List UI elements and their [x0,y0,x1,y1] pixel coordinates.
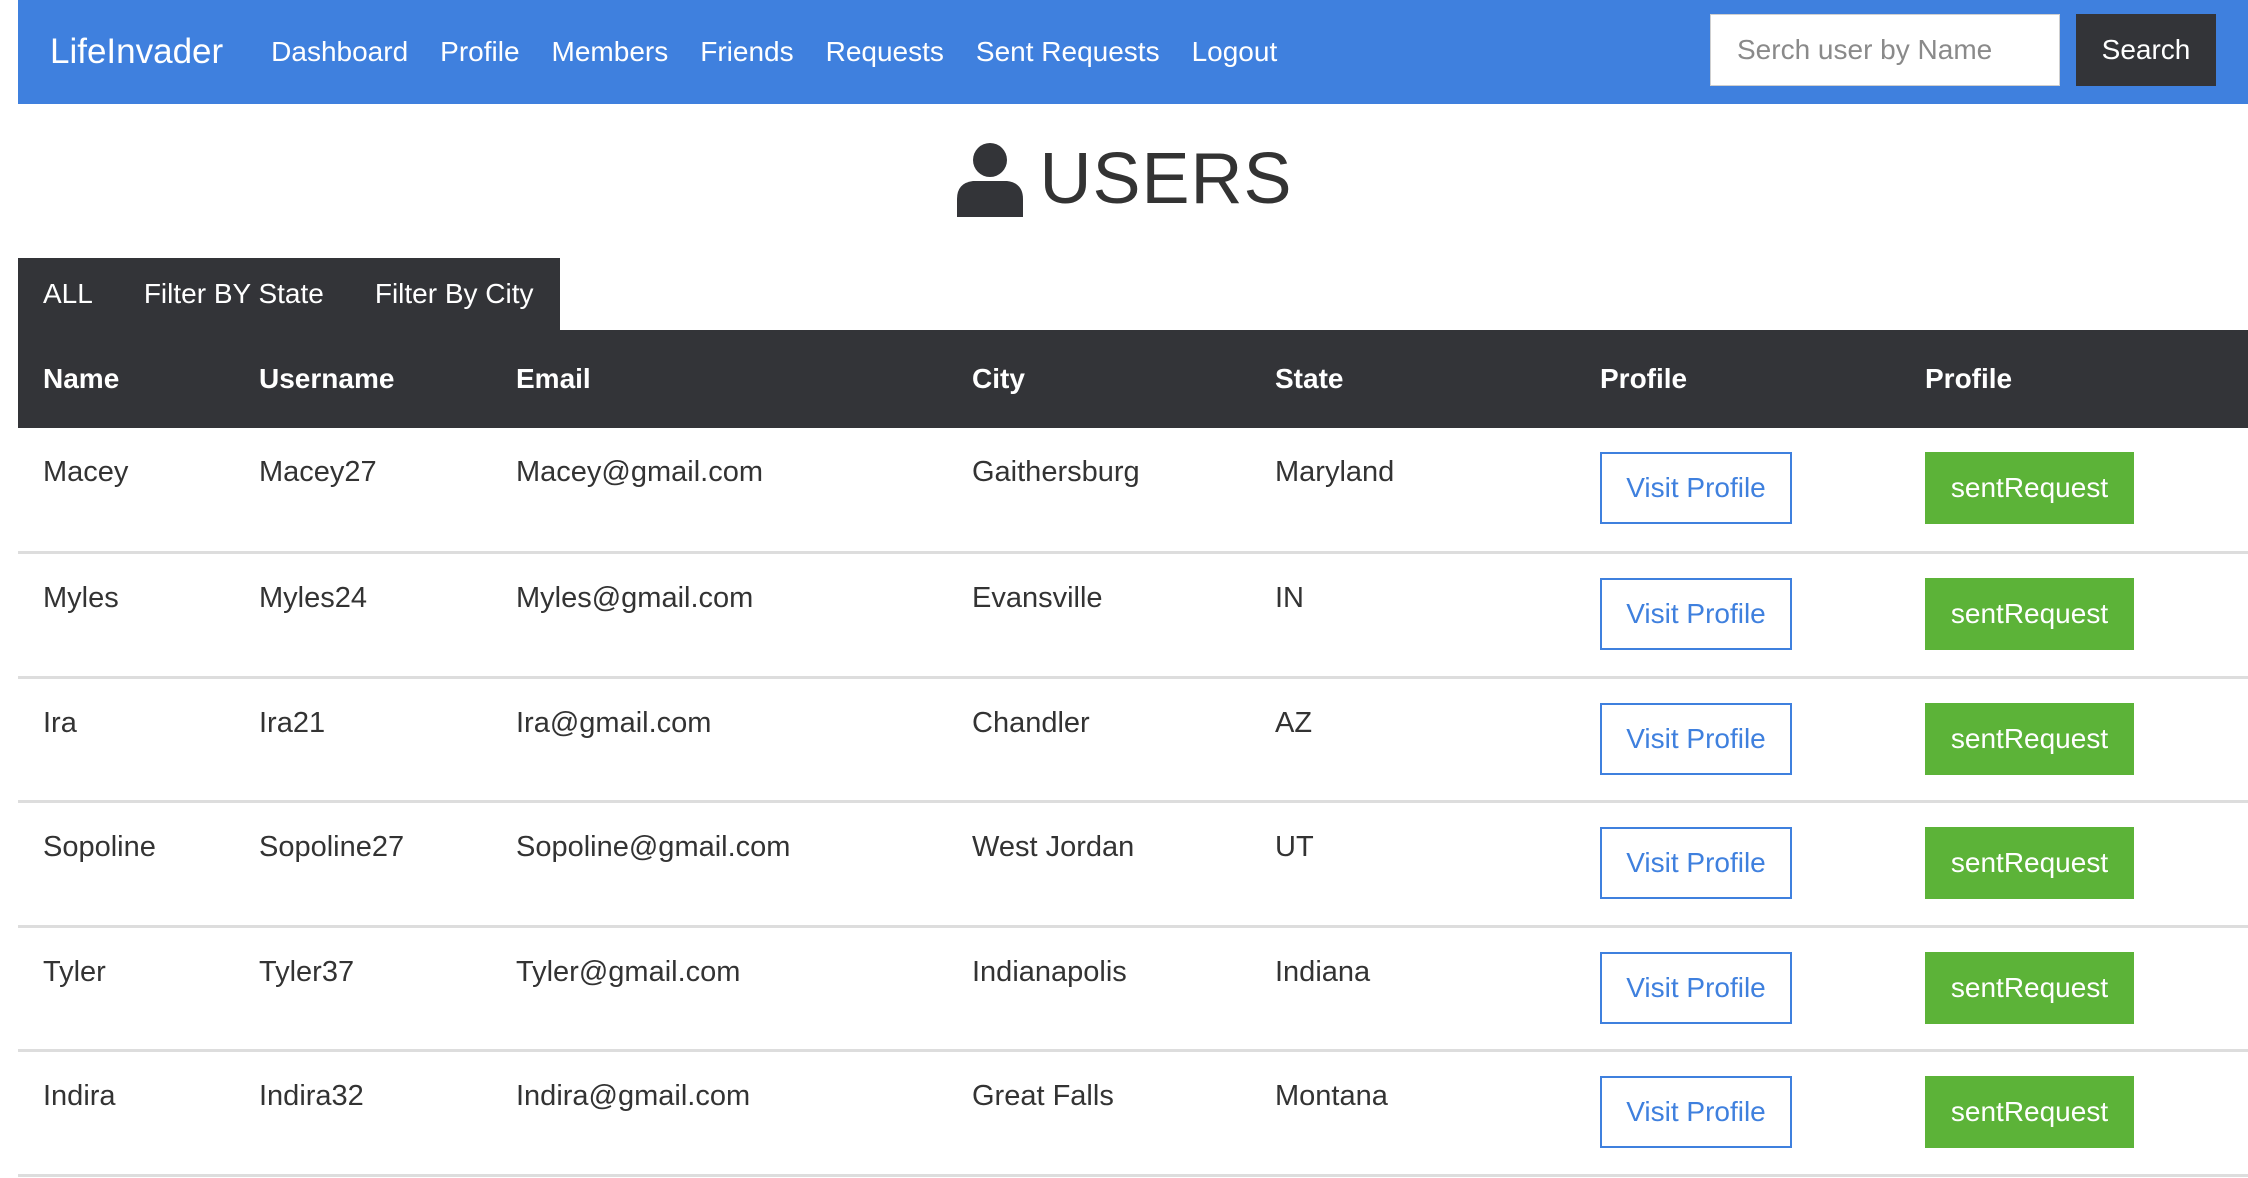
cell-username: Tyler37 [259,955,355,988]
cell-request: sentRequest [1900,1051,2248,1176]
sent-request-button[interactable]: sentRequest [1925,827,2134,899]
column-header-request: Profile [1925,363,2013,394]
cell-city: Indianapolis [972,955,1127,988]
visit-profile-button[interactable]: Visit Profile [1600,702,1792,775]
top-navbar: LifeInvader Dashboard Profile Members Fr… [18,0,2248,104]
cell-city: West Jordan [972,831,1135,863]
table-row: Indira Indira32 Indira@gmail.com Great F… [18,1051,2248,1176]
cell-visit: Visit Profile [1575,677,1900,802]
cell-state: Montana [1275,1080,1388,1112]
user-icon [957,143,1024,217]
cell-city: Great Falls [972,1080,1114,1112]
cell-request: sentRequest [1900,553,2248,678]
cell-visit: Visit Profile [1575,1051,1900,1176]
sent-request-button[interactable]: sentRequest [1925,452,2134,524]
column-header-username: Username [259,363,395,394]
cell-state: AZ [1275,706,1313,739]
cell-email: Indira@gmail.com [516,1080,751,1112]
cell-name: Sopoline [43,831,156,863]
cell-state: IN [1275,582,1304,614]
visit-profile-button[interactable]: Visit Profile [1600,578,1792,650]
page: LifeInvader Dashboard Profile Members Fr… [0,0,2248,1178]
cell-name: Ira [43,706,77,739]
cell-username: Ira21 [259,706,326,739]
cell-request: sentRequest [1900,926,2248,1051]
cell-visit: Visit Profile [1575,428,1900,553]
nav-link-profile[interactable]: Profile [440,36,519,68]
filter-tab-city[interactable]: Filter By City [375,278,534,310]
nav-link-requests[interactable]: Requests [826,36,944,68]
column-header-profile: Profile [1600,363,1688,394]
visit-profile-button[interactable]: Visit Profile [1600,1076,1792,1148]
cell-request: sentRequest [1900,802,2248,927]
brand-logo[interactable]: LifeInvader [50,32,223,72]
search-input[interactable] [1710,14,2060,86]
column-header-email: Email [516,363,591,394]
cell-username: Sopoline27 [259,831,405,863]
cell-state: UT [1275,831,1314,863]
sent-request-button[interactable]: sentRequest [1925,578,2134,650]
cell-email: Macey@gmail.com [516,456,763,488]
cell-username: Indira32 [259,1080,364,1112]
table-row: Ira Ira21 Ira@gmail.com Chandler AZ Visi… [18,677,2248,802]
page-title: USERS [1039,139,1293,219]
search-form: Search [1710,14,2216,86]
cell-request: sentRequest [1900,428,2248,553]
cell-visit: Visit Profile [1575,802,1900,927]
page-heading: USERS [0,138,2248,220]
filter-tabs: ALL Filter BY State Filter By City [18,258,560,330]
cell-state: Maryland [1275,456,1395,488]
nav-link-dashboard[interactable]: Dashboard [271,36,408,68]
visit-profile-button[interactable]: Visit Profile [1600,951,1792,1024]
cell-email: Tyler@gmail.com [516,955,741,988]
table-header-row: Name Username Email City State Profile P… [18,330,2248,428]
table-row: Myles Myles24 Myles@gmail.com Evansville… [18,553,2248,678]
nav-link-members[interactable]: Members [552,36,669,68]
cell-email: Ira@gmail.com [516,706,712,739]
table-row: Tyler Tyler37 Tyler@gmail.com Indianapol… [18,926,2248,1051]
cell-visit: Visit Profile [1575,553,1900,678]
cell-email: Myles@gmail.com [516,582,754,614]
nav-links: Dashboard Profile Members Friends Reques… [239,36,1277,68]
cell-visit: Visit Profile [1575,926,1900,1051]
cell-name: Myles [43,582,119,614]
column-header-city: City [972,363,1025,394]
cell-name: Tyler [43,955,106,988]
table-header: Name Username Email City State Profile P… [18,330,2248,428]
table-body: Macey Macey27 Macey@gmail.com Gaithersbu… [18,428,2248,1175]
cell-state: Indiana [1275,955,1371,988]
cell-username: Myles24 [259,582,367,614]
filter-tab-state[interactable]: Filter BY State [144,278,324,310]
nav-link-sent-requests[interactable]: Sent Requests [976,36,1160,68]
cell-city: Evansville [972,582,1103,614]
table-row: Sopoline Sopoline27 Sopoline@gmail.com W… [18,802,2248,927]
column-header-name: Name [43,363,120,394]
cell-city: Chandler [972,706,1090,739]
visit-profile-button[interactable]: Visit Profile [1600,827,1792,899]
search-button[interactable]: Search [2076,14,2216,86]
cell-name: Macey [43,456,129,488]
users-table: Name Username Email City State Profile P… [18,330,2248,1177]
visit-profile-button[interactable]: Visit Profile [1600,452,1792,524]
nav-link-friends[interactable]: Friends [700,36,793,68]
sent-request-button[interactable]: sentRequest [1925,1076,2134,1148]
cell-request: sentRequest [1900,677,2248,802]
cell-name: Indira [43,1080,116,1112]
nav-link-logout[interactable]: Logout [1192,36,1278,68]
cell-username: Macey27 [259,456,377,488]
cell-email: Sopoline@gmail.com [516,831,791,863]
column-header-state: State [1275,363,1344,394]
filter-tab-all[interactable]: ALL [43,278,93,310]
table-row: Macey Macey27 Macey@gmail.com Gaithersbu… [18,428,2248,553]
sent-request-button[interactable]: sentRequest [1925,951,2134,1024]
cell-city: Gaithersburg [972,456,1140,488]
sent-request-button[interactable]: sentRequest [1925,702,2134,775]
